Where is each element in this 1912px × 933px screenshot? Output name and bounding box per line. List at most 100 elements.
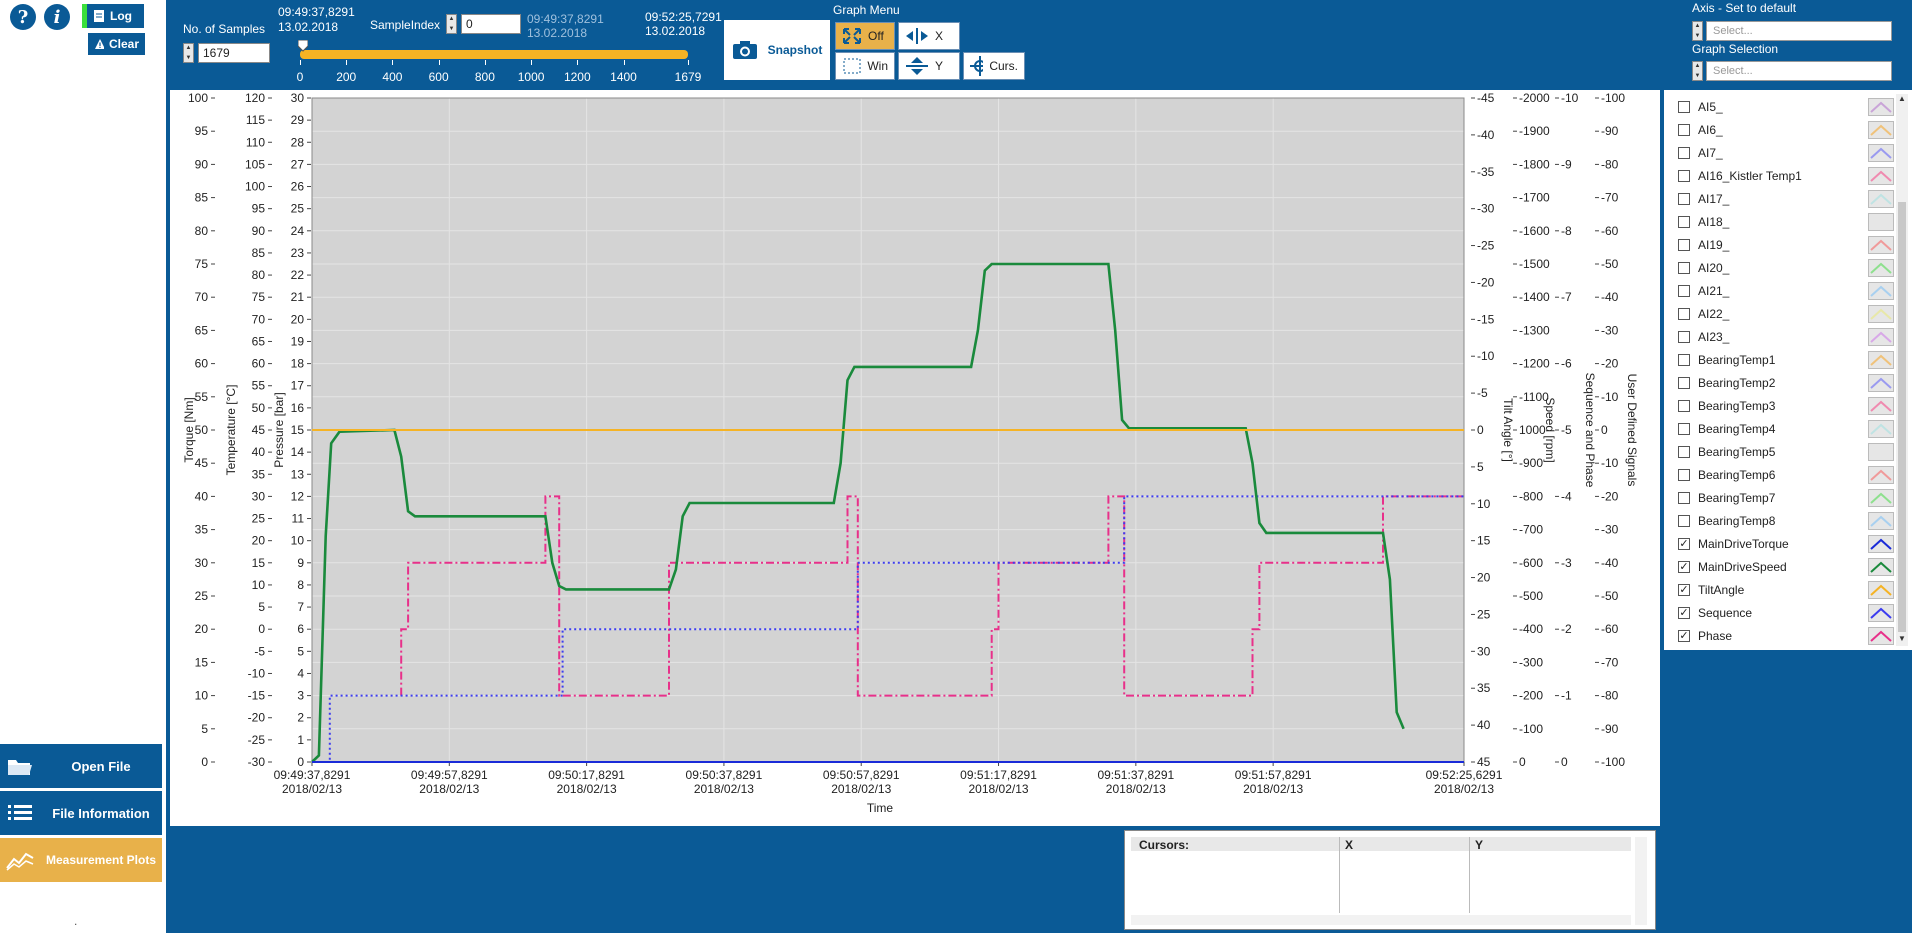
legend-checkbox[interactable] — [1678, 239, 1690, 251]
legend-checkbox[interactable] — [1678, 446, 1690, 458]
samples-field[interactable]: 1679 — [198, 43, 270, 63]
log-button[interactable]: Log — [82, 4, 144, 28]
legend-checkbox[interactable] — [1678, 170, 1690, 182]
legend-item[interactable]: ✓ Sequence — [1678, 602, 1894, 624]
legend-checkbox[interactable] — [1678, 423, 1690, 435]
legend-item[interactable]: BearingTemp1 — [1678, 349, 1894, 371]
legend-item[interactable]: AI18_ — [1678, 211, 1894, 233]
legend-checkbox[interactable] — [1678, 469, 1690, 481]
legend-color-swatch[interactable] — [1868, 489, 1894, 507]
legend-color-swatch[interactable] — [1868, 328, 1894, 346]
sample-index-spinner[interactable]: ▲ ▼ — [446, 14, 457, 34]
legend-color-swatch[interactable] — [1868, 144, 1894, 162]
legend-item[interactable]: BearingTemp8 — [1678, 510, 1894, 532]
legend-color-swatch[interactable] — [1868, 558, 1894, 576]
legend-item[interactable]: AI23_ — [1678, 326, 1894, 348]
legend-item[interactable]: BearingTemp3 — [1678, 395, 1894, 417]
legend-checkbox[interactable] — [1678, 331, 1690, 343]
legend-checkbox[interactable] — [1678, 147, 1690, 159]
nav-measurement-plots[interactable]: Measurement Plots — [0, 838, 162, 882]
nav-file-information[interactable]: File Information — [0, 791, 162, 835]
scroll-thumb[interactable] — [1898, 202, 1906, 632]
legend-item[interactable]: BearingTemp4 — [1678, 418, 1894, 440]
legend-checkbox[interactable] — [1678, 262, 1690, 274]
legend-color-swatch[interactable] — [1868, 466, 1894, 484]
cursors-hscroll[interactable] — [1131, 915, 1631, 925]
legend-item[interactable]: AI6_ — [1678, 119, 1894, 141]
legend-checkbox[interactable]: ✓ — [1678, 584, 1690, 596]
legend-item[interactable]: AI20_ — [1678, 257, 1894, 279]
legend-checkbox[interactable] — [1678, 400, 1690, 412]
legend-color-swatch[interactable] — [1868, 282, 1894, 300]
legend-checkbox[interactable]: ✓ — [1678, 630, 1690, 642]
legend-checkbox[interactable] — [1678, 492, 1690, 504]
legend-item[interactable]: BearingTemp2 — [1678, 372, 1894, 394]
legend-color-swatch[interactable] — [1868, 213, 1894, 231]
legend-color-swatch[interactable] — [1868, 420, 1894, 438]
scroll-up-arrow[interactable]: ▲ — [1897, 94, 1907, 106]
legend-color-swatch[interactable] — [1868, 604, 1894, 622]
sample-slider-track[interactable] — [300, 50, 688, 59]
axis-default-select[interactable]: Select... — [1706, 21, 1892, 41]
legend-checkbox[interactable] — [1678, 308, 1690, 320]
legend-item[interactable]: AI5_ — [1678, 96, 1894, 118]
legend-checkbox[interactable]: ✓ — [1678, 607, 1690, 619]
legend-item[interactable]: ✓ MainDriveSpeed — [1678, 556, 1894, 578]
cursor-button[interactable]: Curs. — [963, 52, 1025, 80]
zoom-y-button[interactable]: Y — [898, 52, 960, 80]
legend-color-swatch[interactable] — [1868, 259, 1894, 277]
legend-color-swatch[interactable] — [1868, 627, 1894, 645]
legend-item[interactable]: AI19_ — [1678, 234, 1894, 256]
legend-checkbox[interactable] — [1678, 285, 1690, 297]
graph-select-spinner[interactable]: ▲ ▼ — [1692, 61, 1703, 81]
legend-item[interactable]: BearingTemp5 — [1678, 441, 1894, 463]
legend-color-swatch[interactable] — [1868, 581, 1894, 599]
legend-checkbox[interactable] — [1678, 354, 1690, 366]
legend-color-swatch[interactable] — [1868, 190, 1894, 208]
nav-open-file[interactable]: Open File — [0, 744, 162, 788]
zoom-off-button[interactable]: Off — [835, 22, 895, 50]
cursors-vscroll[interactable] — [1635, 837, 1647, 925]
legend-color-swatch[interactable] — [1868, 167, 1894, 185]
snapshot-button[interactable]: Snapshot — [724, 20, 830, 80]
legend-item[interactable]: ✓ TiltAngle — [1678, 579, 1894, 601]
axis-select-spinner[interactable]: ▲ ▼ — [1692, 21, 1703, 41]
legend-checkbox[interactable] — [1678, 101, 1690, 113]
samples-spinner[interactable]: ▲ ▼ — [183, 43, 194, 63]
zoom-window-button[interactable]: Win — [835, 52, 895, 80]
measurement-chart[interactable]: 1009590858075706560555045403530252015105… — [170, 90, 1660, 826]
legend-color-swatch[interactable] — [1868, 512, 1894, 530]
legend-color-swatch[interactable] — [1868, 236, 1894, 254]
help-icon[interactable]: ? — [10, 4, 36, 30]
legend-item[interactable]: AI7_ — [1678, 142, 1894, 164]
legend-checkbox[interactable] — [1678, 515, 1690, 527]
clear-button[interactable]: Clear — [88, 33, 145, 55]
legend-item[interactable]: AI22_ — [1678, 303, 1894, 325]
legend-color-swatch[interactable] — [1868, 305, 1894, 323]
legend-checkbox[interactable]: ✓ — [1678, 538, 1690, 550]
legend-color-swatch[interactable] — [1868, 374, 1894, 392]
legend-item[interactable]: AI21_ — [1678, 280, 1894, 302]
legend-checkbox[interactable] — [1678, 377, 1690, 389]
sample-slider-handle[interactable] — [297, 39, 309, 52]
legend-item[interactable]: BearingTemp6 — [1678, 464, 1894, 486]
legend-color-swatch[interactable] — [1868, 443, 1894, 461]
legend-item[interactable]: AI16_Kistler Temp1 — [1678, 165, 1894, 187]
legend-color-swatch[interactable] — [1868, 351, 1894, 369]
legend-color-swatch[interactable] — [1868, 397, 1894, 415]
legend-item[interactable]: ✓ Phase — [1678, 625, 1894, 647]
zoom-x-button[interactable]: X — [898, 22, 960, 50]
legend-checkbox[interactable]: ✓ — [1678, 561, 1690, 573]
graph-selection-select[interactable]: Select... — [1706, 61, 1892, 81]
legend-checkbox[interactable] — [1678, 216, 1690, 228]
legend-item[interactable]: ✓ MainDriveTorque — [1678, 533, 1894, 555]
legend-checkbox[interactable] — [1678, 124, 1690, 136]
legend-item[interactable]: AI17_ — [1678, 188, 1894, 210]
legend-item[interactable]: BearingTemp7 — [1678, 487, 1894, 509]
legend-color-swatch[interactable] — [1868, 98, 1894, 116]
info-icon[interactable]: i — [44, 4, 70, 30]
legend-checkbox[interactable] — [1678, 193, 1690, 205]
sample-index-field[interactable]: 0 — [461, 14, 521, 34]
legend-color-swatch[interactable] — [1868, 121, 1894, 139]
legend-scrollbar[interactable]: ▲ ▼ — [1896, 94, 1908, 646]
